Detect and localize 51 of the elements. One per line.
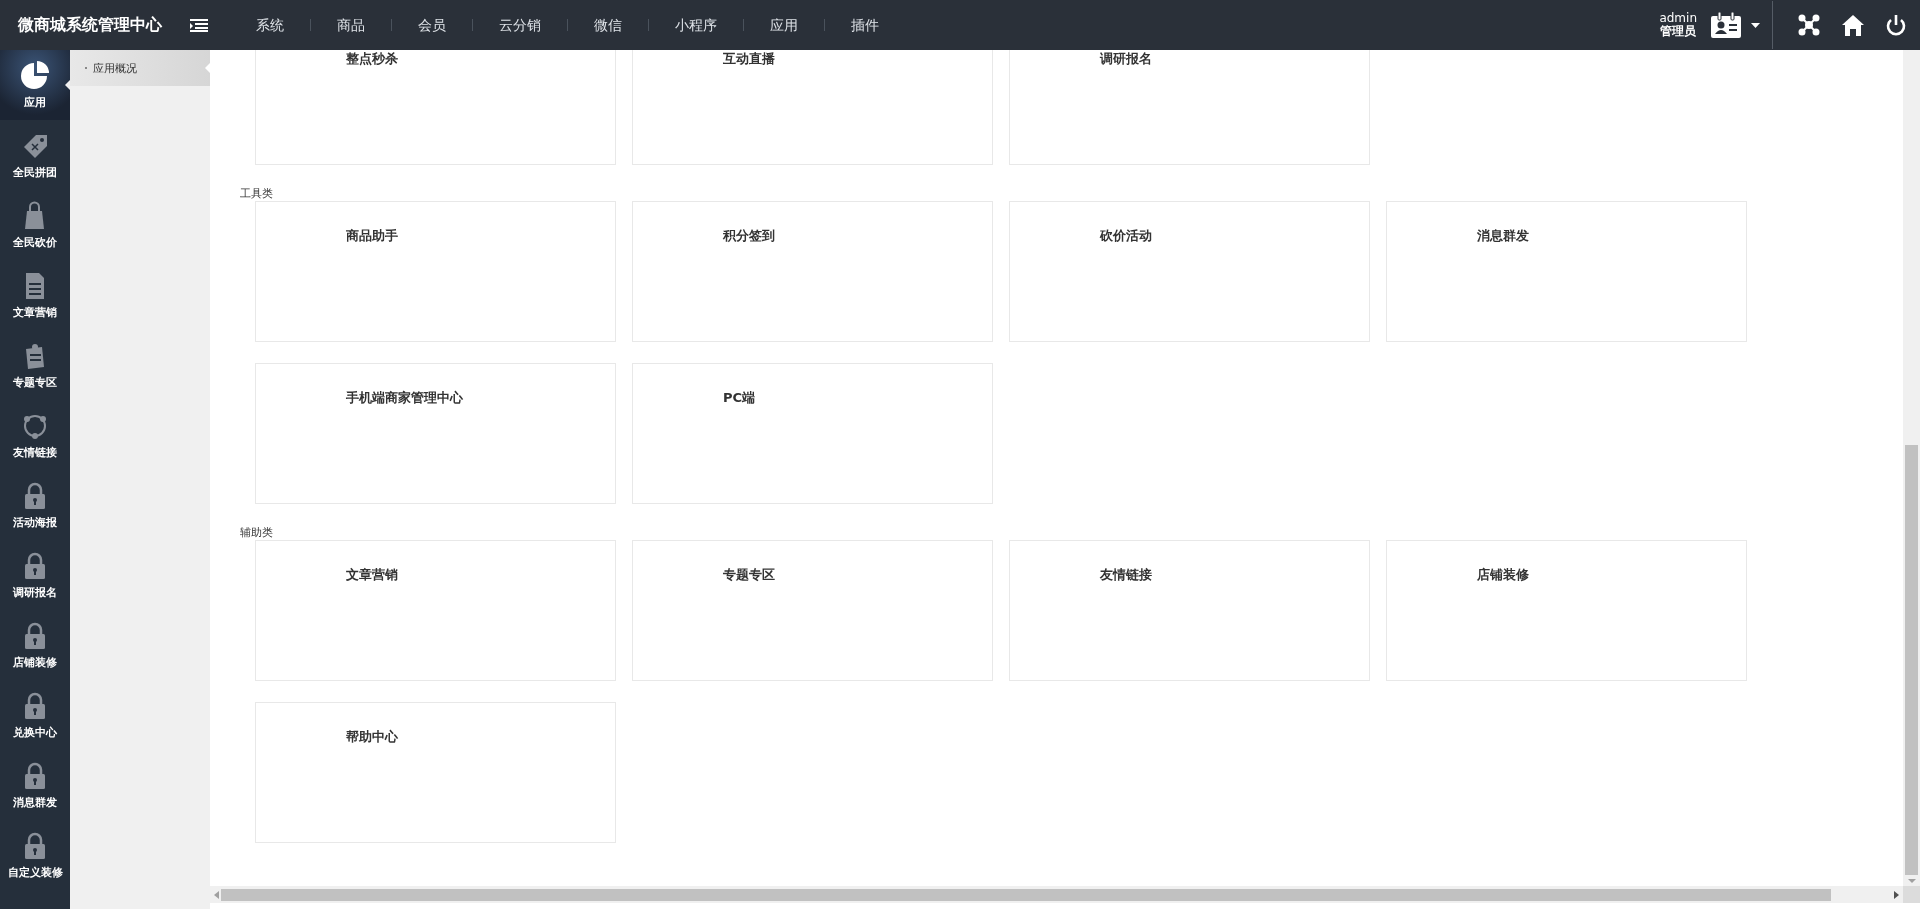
sidebar-item[interactable]: 店铺装修	[0, 610, 70, 680]
app-card[interactable]: 帮助中心	[255, 702, 616, 843]
app-card[interactable]: 砍价活动	[1009, 201, 1370, 342]
sidebar-item[interactable]: 兑换中心	[0, 680, 70, 750]
menu-icon[interactable]	[190, 18, 208, 32]
app-card[interactable]: 积分签到	[632, 201, 993, 342]
app-card[interactable]: 手机端商家管理中心	[255, 363, 616, 504]
app-card[interactable]: PC端	[632, 363, 993, 504]
app-card[interactable]: 互动直播	[632, 50, 993, 165]
user-role: 管理员	[1660, 25, 1697, 38]
app-card[interactable]: 整点秒杀	[255, 50, 616, 165]
nav-item[interactable]: 会员	[391, 19, 472, 31]
nav-item[interactable]: 小程序	[648, 19, 743, 31]
submenu-item[interactable]: 应用概况	[70, 50, 210, 86]
nav-item[interactable]: 插件	[824, 19, 905, 31]
nav-item[interactable]: 系统	[230, 19, 310, 31]
sidebar-item[interactable]: 应用	[0, 50, 70, 120]
app-card[interactable]: 消息群发	[1386, 201, 1747, 342]
pie-chart-icon	[20, 60, 50, 91]
app-card[interactable]: 调研报名	[1009, 50, 1370, 165]
app-card[interactable]: 商品助手	[255, 201, 616, 342]
nav-item[interactable]: 应用	[743, 19, 824, 31]
app-card[interactable]: 友情链接	[1009, 540, 1370, 681]
app-card[interactable]: 店铺装修	[1386, 540, 1747, 681]
nav-item[interactable]: 云分销	[472, 19, 567, 31]
section-heading: 工具类	[240, 186, 274, 201]
sidebar-item[interactable]: 文章营销	[0, 260, 70, 330]
section-heading: 辅助类	[240, 525, 274, 540]
scrollbar-corner	[1903, 886, 1920, 903]
nav-item[interactable]: 商品	[310, 19, 391, 31]
app-card[interactable]: 专题专区	[632, 540, 993, 681]
sidebar-item[interactable]: 全民拼团	[0, 120, 70, 190]
vertical-scrollbar[interactable]	[1903, 50, 1920, 886]
home-icon[interactable]	[1842, 14, 1864, 36]
sidebar-item[interactable]: 友情链接	[0, 400, 70, 470]
sidebar-item[interactable]: 自定义装修	[0, 820, 70, 890]
sidebar-item[interactable]: 全民砍价	[0, 190, 70, 260]
horizontal-scrollbar[interactable]	[210, 886, 1903, 903]
id-card-icon[interactable]	[1711, 12, 1741, 38]
sidebar-item[interactable]: 活动海报	[0, 470, 70, 540]
app-card[interactable]: 文章营销	[255, 540, 616, 681]
user-name: admin	[1659, 12, 1697, 25]
scroll-right-arrow-icon[interactable]	[1894, 890, 1899, 899]
sidebar-item[interactable]: 调研报名	[0, 540, 70, 610]
power-icon[interactable]	[1886, 14, 1906, 36]
app-title: 微商城系统管理中心	[18, 14, 163, 36]
caret-icon	[1751, 22, 1760, 28]
sidebar-item[interactable]: 专题专区	[0, 330, 70, 400]
sidebar-item[interactable]: 消息群发	[0, 750, 70, 820]
nav-item[interactable]: 微信	[567, 19, 648, 31]
network-icon[interactable]	[1798, 14, 1820, 36]
